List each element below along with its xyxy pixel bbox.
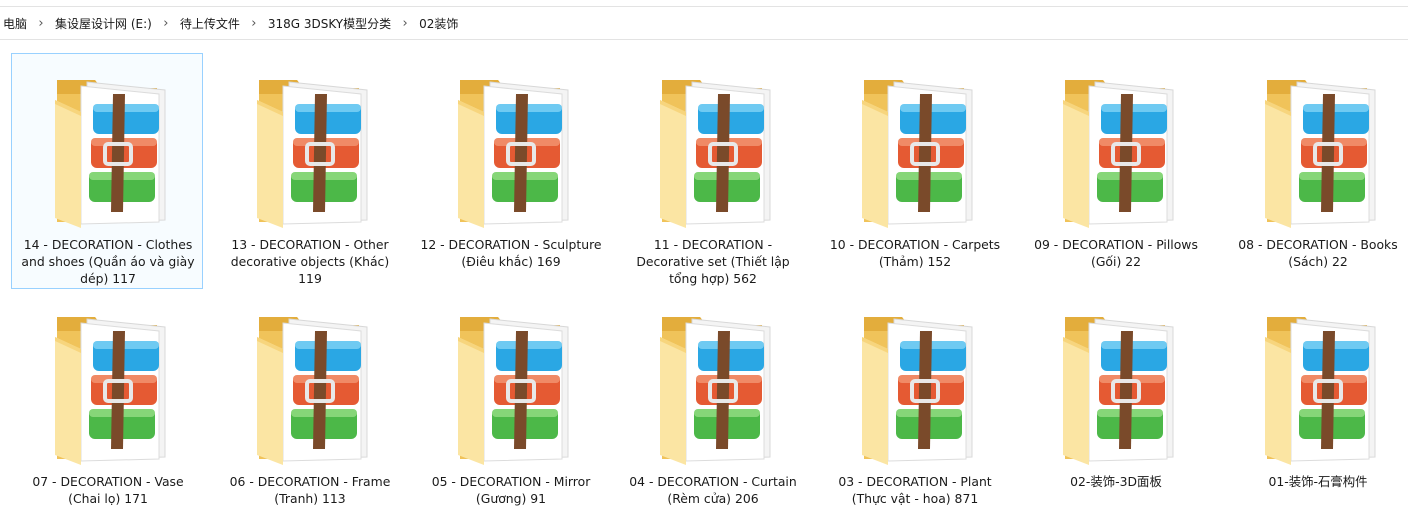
folder-name: 04 - DECORATION - Curtain (Rèm cửa) 206: [629, 474, 797, 506]
winrar-archive-folder-icon: [249, 309, 373, 469]
winrar-archive-folder-icon: [47, 309, 171, 469]
folder-item[interactable]: 04 - DECORATION - Curtain (Rèm cửa) 206: [616, 290, 808, 526]
folder-name: 05 - DECORATION - Mirror (Gương) 91: [431, 474, 591, 506]
file-grid: 14 - DECORATION - Clothes and shoes (Quầ…: [0, 40, 1408, 529]
winrar-archive-folder-icon: [1055, 309, 1179, 469]
winrar-archive-folder-icon: [854, 72, 978, 232]
folder-item[interactable]: 14 - DECORATION - Clothes and shoes (Quầ…: [11, 53, 203, 289]
folder-name: 10 - DECORATION - Carpets (Thảm) 152: [829, 237, 1001, 269]
explorer-window: 电脑 › 集设屋设计网 (E:) › 待上传文件 › 318G 3DSKY模型分类 › 02装饰…: [0, 0, 1408, 529]
breadcrumb-item[interactable]: 电脑: [0, 15, 30, 32]
breadcrumb-item[interactable]: 待上传文件: [177, 15, 243, 32]
folder-name: 12 - DECORATION - Sculpture (Điêu khắc) …: [420, 237, 602, 269]
breadcrumb-item[interactable]: 318G 3DSKY模型分类: [265, 15, 394, 32]
folder-item[interactable]: 12 - DECORATION - Sculpture (Điêu khắc) …: [414, 53, 606, 289]
folder-name: 01-装饰-石膏构件: [1268, 474, 1368, 489]
folder-item[interactable]: 06 - DECORATION - Frame (Tranh) 113: [213, 290, 405, 526]
winrar-archive-folder-icon: [1055, 72, 1179, 232]
winrar-archive-folder-icon: [1257, 72, 1381, 232]
breadcrumb-separator-icon[interactable]: ›: [243, 16, 265, 31]
folder-item[interactable]: 13 - DECORATION - Other decorative objec…: [213, 53, 405, 289]
winrar-archive-folder-icon: [450, 72, 574, 232]
folder-item[interactable]: 09 - DECORATION - Pillows (Gối) 22: [1019, 53, 1211, 289]
breadcrumb-separator-icon[interactable]: ›: [30, 16, 52, 31]
folder-item[interactable]: 07 - DECORATION - Vase (Chai lọ) 171: [11, 290, 203, 526]
folder-name: 06 - DECORATION - Frame (Tranh) 113: [229, 474, 391, 506]
winrar-archive-folder-icon: [652, 309, 776, 469]
folder-item[interactable]: 03 - DECORATION - Plant (Thực vật - hoa)…: [818, 290, 1010, 526]
folder-name: 02-装饰-3D面板: [1070, 474, 1162, 489]
folder-name: 08 - DECORATION - Books (Sách) 22: [1238, 237, 1398, 269]
folder-name: 14 - DECORATION - Clothes and shoes (Quầ…: [21, 237, 195, 286]
breadcrumb-item[interactable]: 集设屋设计网 (E:): [52, 15, 155, 32]
folder-item[interactable]: 01-装饰-石膏构件: [1221, 290, 1408, 526]
winrar-archive-folder-icon: [450, 309, 574, 469]
folder-name: 11 - DECORATION - Decorative set (Thiết …: [636, 237, 790, 286]
folder-item[interactable]: 05 - DECORATION - Mirror (Gương) 91: [414, 290, 606, 526]
breadcrumb: 电脑 › 集设屋设计网 (E:) › 待上传文件 › 318G 3DSKY模型分类 › 02装饰: [0, 6, 1408, 40]
breadcrumb-item[interactable]: 02装饰: [416, 15, 461, 32]
folder-name: 13 - DECORATION - Other decorative objec…: [230, 237, 390, 286]
folder-item[interactable]: 02-装饰-3D面板: [1019, 290, 1211, 526]
winrar-archive-folder-icon: [652, 72, 776, 232]
folder-item[interactable]: 10 - DECORATION - Carpets (Thảm) 152: [818, 53, 1010, 289]
folder-name: 07 - DECORATION - Vase (Chai lọ) 171: [32, 474, 184, 506]
winrar-archive-folder-icon: [1257, 309, 1381, 469]
winrar-archive-folder-icon: [854, 309, 978, 469]
folder-name: 09 - DECORATION - Pillows (Gối) 22: [1034, 237, 1198, 269]
winrar-archive-folder-icon: [249, 72, 373, 232]
folder-item[interactable]: 08 - DECORATION - Books (Sách) 22: [1221, 53, 1408, 289]
folder-item[interactable]: 11 - DECORATION - Decorative set (Thiết …: [616, 53, 808, 289]
breadcrumb-separator-icon[interactable]: ›: [394, 16, 416, 31]
breadcrumb-separator-icon[interactable]: ›: [155, 16, 177, 31]
winrar-archive-folder-icon: [47, 72, 171, 232]
folder-name: 03 - DECORATION - Plant (Thực vật - hoa)…: [838, 474, 992, 506]
